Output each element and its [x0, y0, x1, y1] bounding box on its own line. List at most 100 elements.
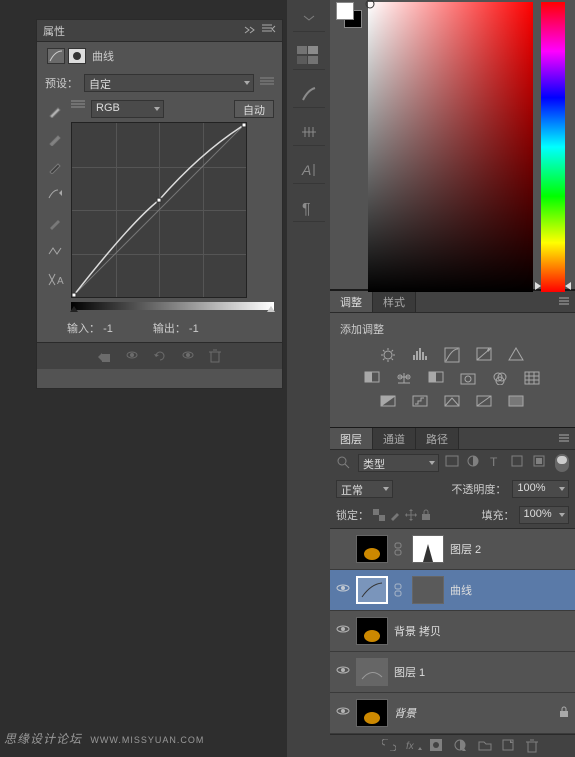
- layer-thumbnail[interactable]: [356, 617, 388, 645]
- layer-name[interactable]: 图层 1: [394, 664, 569, 680]
- vibrance-icon[interactable]: [508, 347, 526, 363]
- output-value[interactable]: -1: [189, 323, 199, 335]
- curves-icon[interactable]: [444, 347, 462, 363]
- opacity-input[interactable]: 100%: [512, 480, 569, 498]
- layer-row[interactable]: 背景 拷贝: [330, 611, 575, 652]
- brushes-panel-icon[interactable]: [293, 80, 325, 108]
- reset-icon[interactable]: [153, 349, 167, 363]
- gradient-map-icon[interactable]: [476, 395, 494, 411]
- preset-select[interactable]: 自定: [84, 74, 254, 92]
- smooth-mode-icon[interactable]: [48, 244, 64, 260]
- visibility-toggle[interactable]: [336, 665, 350, 679]
- layer-row[interactable]: 背景: [330, 693, 575, 734]
- mask-icon[interactable]: [430, 739, 444, 753]
- curves-graph[interactable]: [71, 122, 247, 298]
- clip-icon[interactable]: A: [48, 272, 64, 288]
- pencil-mode-icon[interactable]: [48, 216, 64, 232]
- fx-icon[interactable]: fx: [406, 739, 420, 753]
- lock-transparency-icon[interactable]: [373, 509, 385, 521]
- layer-thumbnail[interactable]: [356, 658, 388, 686]
- layer-name[interactable]: 图层 2: [450, 541, 569, 557]
- white-eyedropper-icon[interactable]: [48, 104, 64, 120]
- layer-thumbnail[interactable]: [356, 535, 388, 563]
- adjustment-thumbnail[interactable]: [356, 576, 388, 604]
- panel-menu-icon[interactable]: [557, 291, 575, 312]
- invert-icon[interactable]: [380, 395, 398, 411]
- filter-shape-icon[interactable]: [511, 455, 527, 471]
- paragraph-panel-icon[interactable]: ¶: [293, 194, 325, 222]
- search-icon[interactable]: [336, 455, 352, 471]
- blend-mode-select[interactable]: 正常: [336, 480, 393, 498]
- preset-menu-icon[interactable]: [260, 77, 274, 90]
- visibility-toggle[interactable]: [336, 624, 350, 638]
- panel-menu-icon[interactable]: [262, 24, 276, 37]
- trash-icon[interactable]: [209, 349, 223, 363]
- visibility-toggle[interactable]: [336, 542, 350, 556]
- tab-paths[interactable]: 路径: [416, 428, 459, 449]
- panel-menu-icon[interactable]: [557, 428, 575, 449]
- collapse-handle-icon[interactable]: [293, 4, 325, 32]
- visibility-icon[interactable]: [181, 349, 195, 363]
- filter-smart-icon[interactable]: [533, 455, 549, 471]
- photo-filter-icon[interactable]: [460, 371, 478, 387]
- mask-thumbnail-icon[interactable]: [68, 48, 86, 64]
- tab-styles[interactable]: 样式: [373, 291, 416, 312]
- color-balance-icon[interactable]: [396, 371, 414, 387]
- foreground-background-swatches[interactable]: [336, 2, 362, 28]
- layer-thumbnail[interactable]: [356, 699, 388, 727]
- clip-to-layer-icon[interactable]: [97, 349, 111, 363]
- layer-row[interactable]: 曲线: [330, 570, 575, 611]
- channel-menu-icon[interactable]: [71, 100, 87, 116]
- channel-select[interactable]: RGB: [91, 100, 164, 118]
- swatches-panel-icon[interactable]: [293, 42, 325, 70]
- layer-name[interactable]: 背景: [394, 705, 553, 721]
- lock-position-icon[interactable]: [405, 509, 417, 521]
- visibility-toggle[interactable]: [336, 706, 350, 720]
- filter-type-icon[interactable]: T: [489, 455, 505, 471]
- bw-icon[interactable]: [428, 371, 446, 387]
- selective-color-icon[interactable]: [508, 395, 526, 411]
- filter-toggle[interactable]: [555, 454, 569, 472]
- new-adjustment-icon[interactable]: [454, 739, 468, 753]
- layer-row[interactable]: 图层 1: [330, 652, 575, 693]
- brightness-icon[interactable]: [380, 347, 398, 363]
- character-panel-icon[interactable]: A: [293, 156, 325, 184]
- hue-sat-icon[interactable]: [364, 371, 382, 387]
- new-group-icon[interactable]: [478, 739, 492, 753]
- threshold-icon[interactable]: [444, 395, 462, 411]
- posterize-icon[interactable]: [412, 395, 430, 411]
- auto-button[interactable]: 自动: [234, 100, 274, 118]
- visibility-toggle[interactable]: [336, 583, 350, 597]
- channel-mixer-icon[interactable]: [492, 371, 510, 387]
- lock-pixels-icon[interactable]: [389, 509, 401, 521]
- tab-channels[interactable]: 通道: [373, 428, 416, 449]
- delete-layer-icon[interactable]: [526, 739, 540, 753]
- tab-adjustments[interactable]: 调整: [330, 291, 373, 312]
- new-layer-icon[interactable]: [502, 739, 516, 753]
- filter-pixel-icon[interactable]: [445, 455, 461, 471]
- brush-settings-icon[interactable]: [293, 118, 325, 146]
- input-value[interactable]: -1: [103, 323, 113, 335]
- foreground-swatch[interactable]: [336, 2, 354, 20]
- exposure-icon[interactable]: [476, 347, 494, 363]
- color-field[interactable]: [368, 2, 533, 292]
- tab-layers[interactable]: 图层: [330, 428, 373, 449]
- gray-eyedropper-icon[interactable]: [48, 132, 64, 148]
- lock-all-icon[interactable]: [421, 509, 433, 521]
- black-white-slider[interactable]: [71, 302, 274, 310]
- targeted-adjust-icon[interactable]: [48, 188, 64, 204]
- filter-adjust-icon[interactable]: [467, 455, 483, 471]
- filter-type-select[interactable]: 类型: [358, 454, 439, 472]
- levels-icon[interactable]: [412, 347, 430, 363]
- layer-name[interactable]: 背景 拷贝: [394, 623, 569, 639]
- layer-row[interactable]: 图层 2: [330, 529, 575, 570]
- layer-name[interactable]: 曲线: [450, 582, 569, 598]
- hue-slider[interactable]: [541, 2, 565, 292]
- color-lookup-icon[interactable]: [524, 371, 542, 387]
- mask-thumbnail[interactable]: [412, 535, 444, 563]
- black-eyedropper-icon[interactable]: [48, 160, 64, 176]
- collapse-arrows-icon[interactable]: [244, 25, 258, 37]
- mask-thumbnail[interactable]: [412, 576, 444, 604]
- link-layers-icon[interactable]: [382, 739, 396, 753]
- view-previous-icon[interactable]: [125, 349, 139, 363]
